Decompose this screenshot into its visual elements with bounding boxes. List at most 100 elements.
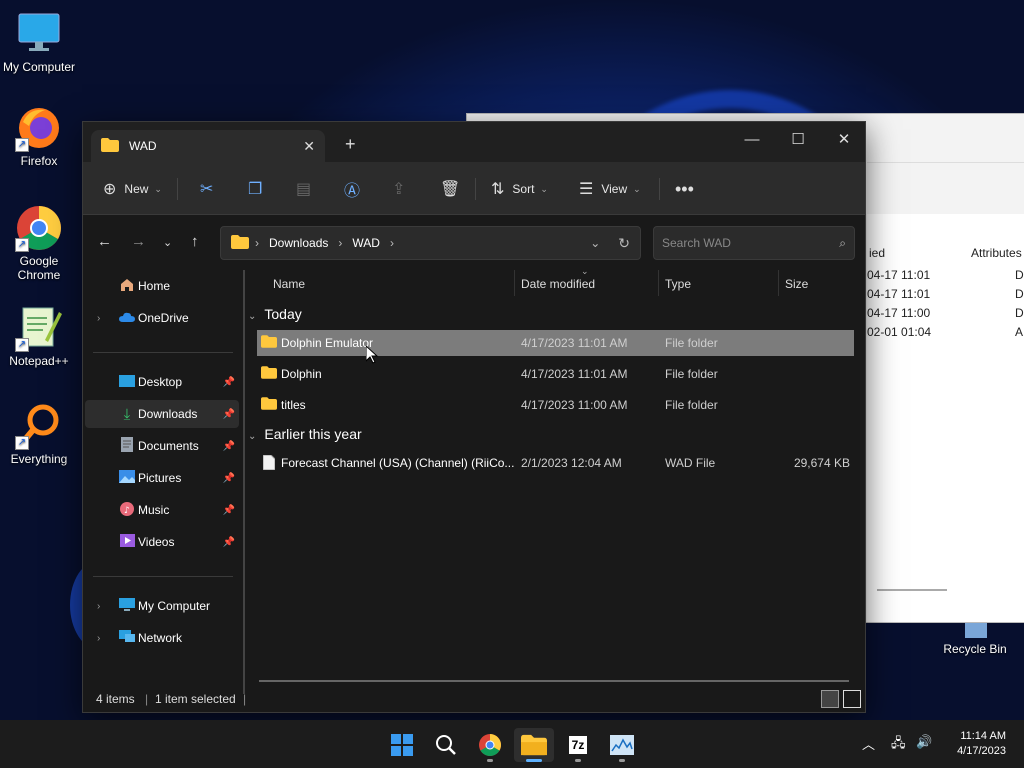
column-divider[interactable] xyxy=(778,270,779,296)
desktop-icon-recycle-bin[interactable]: Recycle Bin xyxy=(936,618,1014,656)
paste-icon: ▤ xyxy=(296,181,312,198)
search-input[interactable] xyxy=(662,236,840,250)
volume-icon[interactable]: 🔊 xyxy=(916,734,932,750)
close-window-icon[interactable]: ✕ xyxy=(821,126,867,154)
pin-icon[interactable]: 📌 xyxy=(223,441,235,452)
sidebar-item-home[interactable]: Home xyxy=(85,272,239,300)
collapse-chevron-icon[interactable]: ⌄ xyxy=(248,431,256,442)
start-button[interactable] xyxy=(382,728,422,762)
sidebar-item-videos[interactable]: Videos 📌 xyxy=(85,528,239,556)
list-row[interactable]: 04-17 11:00 D xyxy=(867,306,1024,325)
expand-chevron-icon[interactable]: › xyxy=(97,633,100,644)
column-divider[interactable] xyxy=(514,270,515,296)
delete-button[interactable]: 🗑 xyxy=(440,176,468,202)
refresh-icon[interactable]: ↻ xyxy=(618,235,630,252)
more-options-button[interactable]: ••• xyxy=(675,176,702,202)
pin-icon[interactable]: 📌 xyxy=(223,409,235,420)
group-header-earlier-this-year[interactable]: ⌄ Earlier this year xyxy=(248,426,362,442)
desktop-icon-notepadpp[interactable]: ↗ Notepad++ xyxy=(0,304,78,368)
recent-locations-chevron-icon[interactable]: ⌄ xyxy=(163,236,172,249)
sort-button[interactable]: ⇅ Sort ⌄ xyxy=(491,176,548,202)
column-header-name[interactable]: Name xyxy=(273,277,305,291)
attr-cell: D xyxy=(1015,306,1024,320)
sidebar-item-music[interactable]: ♪ Music 📌 xyxy=(85,496,239,524)
tab-wad[interactable]: WAD ✕ xyxy=(91,130,325,162)
new-button[interactable]: ⊕ New ⌄ xyxy=(103,176,162,202)
sidebar-item-downloads[interactable]: ⤓ Downloads 📌 xyxy=(85,400,239,428)
copy-button[interactable]: ❐ xyxy=(248,176,270,202)
up-arrow-icon[interactable]: ↑ xyxy=(191,233,199,250)
desktop-icon-chrome[interactable]: ↗ Google Chrome xyxy=(0,204,78,282)
collapse-chevron-icon[interactable]: ⌄ xyxy=(248,311,256,322)
attr-cell: D xyxy=(1015,287,1024,301)
share-button[interactable]: ⇪ xyxy=(392,176,413,202)
pin-icon[interactable]: 📌 xyxy=(223,377,235,388)
title-bar[interactable]: WAD ✕ + — ☐ ✕ xyxy=(83,122,865,162)
taskbar-7zip[interactable]: 7z xyxy=(558,728,598,762)
taskbar-resource-monitor[interactable] xyxy=(602,728,642,762)
address-bar[interactable]: › Downloads › WAD › ⌄ ↻ xyxy=(220,226,641,260)
desktop-icon-everything[interactable]: ↗ Everything xyxy=(0,402,78,466)
horizontal-scrollbar[interactable] xyxy=(259,680,849,682)
file-type: File folder xyxy=(665,336,718,350)
column-header-size[interactable]: Size xyxy=(785,277,808,291)
column-divider[interactable] xyxy=(658,270,659,296)
sidebar-item-label: Pictures xyxy=(138,471,182,485)
tiles-view-icon[interactable] xyxy=(843,690,861,708)
close-tab-icon[interactable]: ✕ xyxy=(303,138,315,155)
taskbar-chrome[interactable] xyxy=(470,728,510,762)
desktop-icon-firefox[interactable]: ↗ Firefox xyxy=(0,104,78,168)
horizontal-scrollbar[interactable] xyxy=(877,589,947,591)
sidebar-item-network[interactable]: › Network xyxy=(85,624,239,652)
network-status-icon[interactable]: 🖧 xyxy=(891,734,906,756)
sidebar-item-label: Documents xyxy=(138,439,199,453)
search-icon[interactable]: ⌕ xyxy=(839,236,846,251)
sidebar-item-documents[interactable]: Documents 📌 xyxy=(85,432,239,460)
cut-button[interactable]: ✂ xyxy=(200,176,221,202)
breadcrumb-wad[interactable]: WAD xyxy=(352,236,380,250)
shortcut-arrow-icon: ↗ xyxy=(15,338,29,352)
file-row[interactable]: Dolphin 4/17/2023 11:01 AM File folder xyxy=(257,361,854,387)
file-row[interactable]: Dolphin Emulator 4/17/2023 11:01 AM File… xyxy=(257,330,854,356)
desktop-icon-my-computer[interactable]: My Computer xyxy=(0,10,78,74)
address-dropdown-icon[interactable]: ⌄ xyxy=(590,236,600,250)
status-separator: | xyxy=(243,692,247,706)
sidebar-item-my-computer[interactable]: › My Computer xyxy=(85,592,239,620)
new-tab-icon[interactable]: + xyxy=(345,134,356,155)
show-hidden-icons-chevron-icon[interactable]: ︿ xyxy=(862,734,875,753)
list-row[interactable]: 02-01 01:04 A xyxy=(867,325,1024,344)
details-view-icon[interactable] xyxy=(821,690,839,708)
pin-icon[interactable]: 📌 xyxy=(223,505,235,516)
system-clock[interactable]: 11:14 AM 4/17/2023 xyxy=(957,729,1006,759)
maximize-icon[interactable]: ☐ xyxy=(775,126,821,154)
search-icon xyxy=(436,735,456,755)
column-header-type[interactable]: Type xyxy=(665,277,691,291)
taskbar-file-explorer[interactable] xyxy=(514,728,554,762)
forward-arrow-icon[interactable]: → xyxy=(131,233,146,250)
file-date: 2/1/2023 12:04 AM xyxy=(521,456,622,470)
search-box[interactable]: ⌕ xyxy=(653,226,855,260)
pin-icon[interactable]: 📌 xyxy=(223,537,235,548)
file-row[interactable]: titles 4/17/2023 11:00 AM File folder xyxy=(257,392,854,418)
view-button[interactable]: ☰ View ⌄ xyxy=(579,176,641,202)
expand-chevron-icon[interactable]: › xyxy=(97,601,100,612)
file-row[interactable]: Forecast Channel (USA) (Channel) (RiiCo.… xyxy=(257,450,854,476)
pin-icon[interactable]: 📌 xyxy=(223,473,235,484)
breadcrumb-downloads[interactable]: Downloads xyxy=(269,236,328,250)
divider xyxy=(867,162,1024,163)
search-button[interactable] xyxy=(426,728,466,762)
list-row[interactable]: 04-17 11:01 D xyxy=(867,287,1024,306)
minimize-icon[interactable]: — xyxy=(729,126,775,154)
group-header-today[interactable]: ⌄ Today xyxy=(248,306,302,322)
sidebar-item-pictures[interactable]: Pictures 📌 xyxy=(85,464,239,492)
back-arrow-icon[interactable]: ← xyxy=(97,233,112,250)
paste-button[interactable]: ▤ xyxy=(296,176,319,202)
sidebar-item-onedrive[interactable]: › OneDrive xyxy=(85,304,239,332)
running-indicator xyxy=(575,759,581,762)
vertical-scrollbar[interactable] xyxy=(243,270,245,694)
sidebar-item-desktop[interactable]: Desktop 📌 xyxy=(85,368,239,396)
expand-chevron-icon[interactable]: › xyxy=(97,313,100,324)
column-header-date[interactable]: Date modified xyxy=(521,277,595,291)
rename-button[interactable]: Ⓐ xyxy=(344,176,368,202)
list-row[interactable]: 04-17 11:01 D xyxy=(867,268,1024,287)
